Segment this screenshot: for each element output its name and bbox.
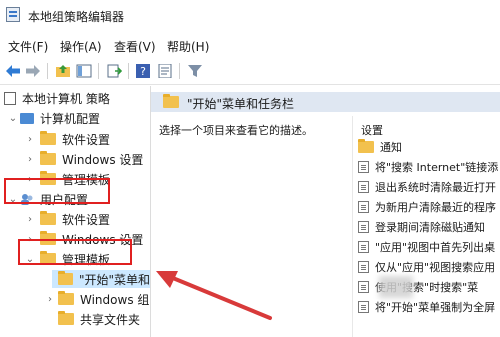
list-item-label: 登录期间清除磁贴通知 bbox=[375, 221, 485, 234]
tree-item-label: 计算机配置 bbox=[40, 111, 101, 126]
tree-item-label: 软件设置 bbox=[62, 132, 111, 147]
details-pane: "开始"菜单和任务栏 选择一个项目来查看它的描述。 设置 通知 将"搜索 Int… bbox=[151, 86, 500, 337]
folder-icon bbox=[58, 291, 74, 305]
toolbar: ? bbox=[0, 58, 500, 85]
tree-item-label: 共享文件夹 bbox=[80, 312, 141, 327]
tree-pane: 本地计算机 策略 ⌄ 计算机配置 › 软件设置 › Windows 设置 › 管… bbox=[0, 86, 151, 337]
svg-text:?: ? bbox=[140, 65, 146, 78]
list-item-label: 退出系统时清除最近打开 bbox=[375, 181, 496, 194]
tree-item-label: 软件设置 bbox=[62, 212, 111, 227]
folder-icon bbox=[358, 139, 374, 153]
chevron-down-icon[interactable]: ⌄ bbox=[8, 113, 18, 124]
show-hide-tree-icon[interactable] bbox=[75, 62, 93, 80]
folder-icon bbox=[58, 271, 73, 285]
computer-icon bbox=[20, 112, 34, 124]
list-item-label: "应用"视图中首先列出桌 bbox=[375, 241, 496, 254]
window-title: 本地组策略编辑器 bbox=[28, 10, 125, 24]
tree-item-shared-folders[interactable]: 共享文件夹 bbox=[58, 310, 140, 328]
list-item-label: 仅从"应用"视图搜索应用 bbox=[375, 261, 496, 274]
details-header: "开始"菜单和任务栏 bbox=[151, 92, 500, 112]
properties-icon[interactable] bbox=[156, 62, 174, 80]
app-icon bbox=[6, 7, 20, 22]
list-item[interactable]: 仅从"应用"视图搜索应用 bbox=[358, 258, 495, 276]
list-item-label: 将"开始"菜单强制为全屏 bbox=[375, 301, 496, 314]
policy-setting-icon bbox=[358, 241, 369, 253]
menu-bar: 文件(F) 操作(A) 查看(V) 帮助(H) bbox=[0, 35, 500, 57]
tree-item-label: "开始"菜单和 bbox=[78, 272, 150, 287]
chevron-right-icon[interactable]: › bbox=[25, 154, 35, 165]
policy-setting-icon bbox=[358, 221, 369, 233]
folder-icon bbox=[40, 131, 56, 145]
list-item[interactable]: 为新用户清除最近的程序 bbox=[358, 198, 496, 216]
highlight-box-user-config bbox=[4, 178, 110, 204]
title-bar: 本地组策略编辑器 bbox=[0, 0, 500, 30]
folder-icon bbox=[40, 211, 56, 225]
help-icon[interactable]: ? bbox=[134, 62, 152, 80]
filter-icon[interactable] bbox=[186, 62, 204, 80]
tree-item-windows-components[interactable]: Windows 组 bbox=[58, 290, 149, 308]
policy-setting-icon bbox=[358, 201, 369, 213]
list-item[interactable]: 将"开始"菜单强制为全屏 bbox=[358, 298, 495, 316]
tree-item-label: Windows 组 bbox=[80, 292, 150, 307]
chevron-right-icon[interactable]: › bbox=[45, 294, 55, 305]
toolbar-separator bbox=[179, 63, 180, 79]
tree-root-label: 本地计算机 策略 bbox=[22, 91, 110, 106]
list-item[interactable]: 登录期间清除磁贴通知 bbox=[358, 218, 485, 236]
menu-file[interactable]: 文件(F) bbox=[8, 38, 48, 55]
folder-icon bbox=[58, 311, 74, 325]
chevron-right-icon[interactable]: › bbox=[25, 134, 35, 145]
list-item-label: 为新用户清除最近的程序 bbox=[375, 201, 496, 214]
folder-icon bbox=[163, 94, 179, 108]
tree-item-cc-windows[interactable]: Windows 设置 bbox=[40, 150, 143, 168]
back-arrow-icon[interactable] bbox=[4, 62, 22, 80]
folder-up-icon[interactable] bbox=[54, 62, 72, 80]
policy-setting-icon bbox=[358, 261, 369, 273]
tree-item-start-menu[interactable]: "开始"菜单和 bbox=[52, 270, 150, 288]
toolbar-separator bbox=[47, 63, 48, 79]
policy-document-icon bbox=[4, 91, 16, 105]
chevron-right-icon[interactable]: › bbox=[25, 214, 35, 225]
description-prompt: 选择一个项目来查看它的描述。 bbox=[159, 124, 313, 137]
details-header-title: "开始"菜单和任务栏 bbox=[187, 97, 295, 111]
column-divider bbox=[352, 116, 353, 337]
list-item[interactable]: 通知 bbox=[358, 138, 402, 156]
policy-setting-icon bbox=[358, 181, 369, 193]
toolbar-separator bbox=[128, 63, 129, 79]
tree-item-cc-software[interactable]: 软件设置 bbox=[40, 130, 110, 148]
tree-root[interactable]: 本地计算机 策略 bbox=[4, 89, 110, 107]
folder-icon bbox=[40, 151, 56, 165]
list-item[interactable]: 退出系统时清除最近打开 bbox=[358, 178, 496, 196]
policy-setting-icon bbox=[358, 281, 369, 293]
toolbar-separator bbox=[98, 63, 99, 79]
export-list-icon[interactable] bbox=[105, 62, 123, 80]
menu-help[interactable]: 帮助(H) bbox=[167, 38, 209, 55]
list-item-label: 将"搜索 Internet"链接添 bbox=[375, 161, 499, 174]
policy-setting-icon bbox=[358, 161, 369, 173]
highlight-box-admin-templates bbox=[18, 239, 132, 265]
list-item[interactable]: 将"搜索 Internet"链接添 bbox=[358, 158, 498, 176]
watermark-blur bbox=[379, 276, 413, 298]
tree-item-computer-config[interactable]: 计算机配置 bbox=[20, 109, 100, 127]
policy-setting-icon bbox=[358, 301, 369, 313]
settings-column-header[interactable]: 设置 bbox=[361, 122, 383, 138]
tree-item-uc-software[interactable]: 软件设置 bbox=[40, 210, 110, 228]
menu-view[interactable]: 查看(V) bbox=[114, 38, 156, 55]
list-item[interactable]: "应用"视图中首先列出桌 bbox=[358, 238, 495, 256]
list-item-label: 通知 bbox=[380, 141, 402, 154]
menu-action[interactable]: 操作(A) bbox=[60, 38, 102, 55]
list-item[interactable]: 使用"搜索"时搜索"菜 bbox=[358, 278, 478, 296]
tree-item-label: Windows 设置 bbox=[62, 152, 144, 167]
forward-arrow-icon[interactable] bbox=[24, 62, 42, 80]
